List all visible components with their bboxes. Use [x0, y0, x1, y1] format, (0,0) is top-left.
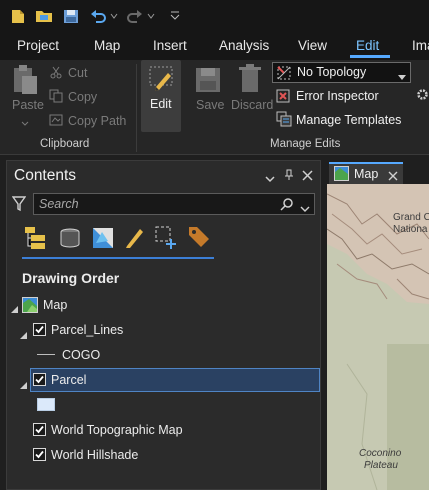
map-tab-label: Map [354, 167, 379, 181]
edit-label: Edit [150, 97, 172, 111]
cogo-line-symbol [37, 354, 55, 355]
map-view: Map Grand C Nationa Coconino Plateau [327, 160, 429, 490]
topology-value: No Topology [297, 65, 367, 79]
pane-title: Contents [14, 167, 77, 184]
search-input[interactable]: Search [33, 193, 315, 215]
ribbon: Paste Cut Copy Copy Path Clipboard Edit … [0, 60, 429, 155]
tab-map[interactable]: Map [94, 38, 120, 53]
map-label-grand-canyon: Grand C [393, 212, 429, 223]
tab-edit[interactable]: Edit [356, 38, 379, 53]
pencil-icon [148, 65, 174, 96]
drawing-order-heading: Drawing Order [22, 270, 120, 286]
discard-edits-icon[interactable] [236, 64, 264, 97]
copy-path-icon[interactable] [49, 113, 63, 130]
paste-button[interactable]: Paste [12, 98, 44, 112]
map-label-national: Nationa [393, 224, 428, 235]
list-by-selection-icon[interactable] [92, 227, 114, 252]
parcel-lines-label[interactable]: Parcel_Lines [51, 323, 123, 337]
world-topo-label[interactable]: World Topographic Map [51, 423, 183, 437]
contents-pane: Contents Search Drawing Order Map Parcel… [6, 160, 321, 490]
map-label-plateau: Plateau [364, 460, 398, 471]
parcel-lines-collapse-icon[interactable] [20, 327, 27, 342]
cut-button[interactable]: Cut [68, 66, 87, 80]
paste-icon[interactable] [10, 64, 40, 99]
copy-path-button[interactable]: Copy Path [68, 114, 126, 128]
manage-templates-icon[interactable] [276, 111, 292, 130]
quick-access-toolbar [0, 0, 429, 32]
list-by-snapping-icon[interactable] [154, 225, 178, 252]
close-map-tab-icon[interactable] [388, 169, 398, 184]
parcel-lines-checkbox[interactable] [33, 323, 46, 336]
error-inspector-icon[interactable] [276, 88, 292, 107]
copy-button[interactable]: Copy [68, 90, 97, 104]
map-icon [22, 297, 38, 316]
tab-imagery[interactable]: Ima [412, 38, 429, 53]
paste-dropdown-icon[interactable] [21, 115, 29, 130]
search-placeholder: Search [39, 197, 79, 211]
search-icon[interactable] [280, 197, 294, 214]
edit-button[interactable]: Edit [141, 60, 181, 132]
world-hillshade-checkbox[interactable] [33, 448, 46, 461]
cut-icon[interactable] [49, 65, 63, 82]
error-inspector-button[interactable]: Error Inspector [296, 89, 379, 103]
tab-project[interactable]: Project [17, 38, 59, 53]
topology-dropdown[interactable]: No Topology [272, 62, 411, 83]
cogo-label: COGO [62, 348, 101, 362]
discard-edits-button[interactable]: Discard [231, 98, 273, 112]
list-by-editing-icon[interactable] [124, 225, 146, 252]
parcel-checkbox[interactable] [33, 373, 46, 386]
manage-edits-group-label: Manage Edits [270, 138, 341, 150]
filter-icon[interactable] [11, 196, 27, 215]
parcel-label[interactable]: Parcel [51, 373, 86, 387]
search-options-icon[interactable] [300, 201, 310, 216]
parcel-fill-symbol[interactable] [37, 398, 55, 411]
redo-icon[interactable] [125, 6, 145, 26]
list-by-data-source-icon[interactable] [59, 227, 81, 252]
map-label-coconino: Coconino [359, 448, 402, 459]
open-project-icon[interactable] [34, 6, 54, 26]
map-layer-label[interactable]: Map [43, 298, 67, 312]
pin-icon[interactable] [284, 169, 294, 184]
tab-analysis[interactable]: Analysis [219, 38, 269, 53]
topology-icon [276, 65, 292, 84]
ribbon-divider [136, 64, 137, 152]
pane-options-icon[interactable] [265, 171, 275, 186]
active-tab-indicator [350, 55, 390, 58]
gear-icon[interactable] [416, 88, 429, 104]
tab-insert[interactable]: Insert [153, 38, 187, 53]
save-edits-icon[interactable] [194, 66, 222, 97]
chevron-down-icon [398, 69, 406, 84]
save-edits-button[interactable]: Save [196, 98, 225, 112]
customize-quick-access-icon[interactable] [168, 6, 182, 26]
save-project-icon[interactable] [60, 6, 82, 26]
close-icon[interactable] [302, 169, 313, 184]
map-canvas[interactable]: Grand C Nationa Coconino Plateau [327, 184, 429, 490]
map-collapse-icon[interactable] [11, 301, 18, 316]
map-tab-icon [334, 166, 349, 184]
list-by-labeling-icon[interactable] [187, 225, 211, 252]
list-by-drawing-order-icon[interactable] [25, 227, 47, 254]
undo-dropdown-icon[interactable] [109, 6, 119, 26]
redo-dropdown-icon[interactable] [146, 6, 156, 26]
world-topo-checkbox[interactable] [33, 423, 46, 436]
world-hillshade-label[interactable]: World Hillshade [51, 448, 138, 462]
copy-icon[interactable] [49, 89, 63, 106]
parcel-collapse-icon[interactable] [20, 377, 27, 392]
tab-view[interactable]: View [298, 38, 327, 53]
active-list-indicator [22, 257, 214, 259]
undo-icon[interactable] [88, 6, 108, 26]
new-project-icon[interactable] [8, 6, 28, 26]
manage-templates-button[interactable]: Manage Templates [296, 113, 401, 127]
map-view-tab[interactable]: Map [329, 162, 403, 184]
clipboard-group-label: Clipboard [40, 138, 90, 150]
